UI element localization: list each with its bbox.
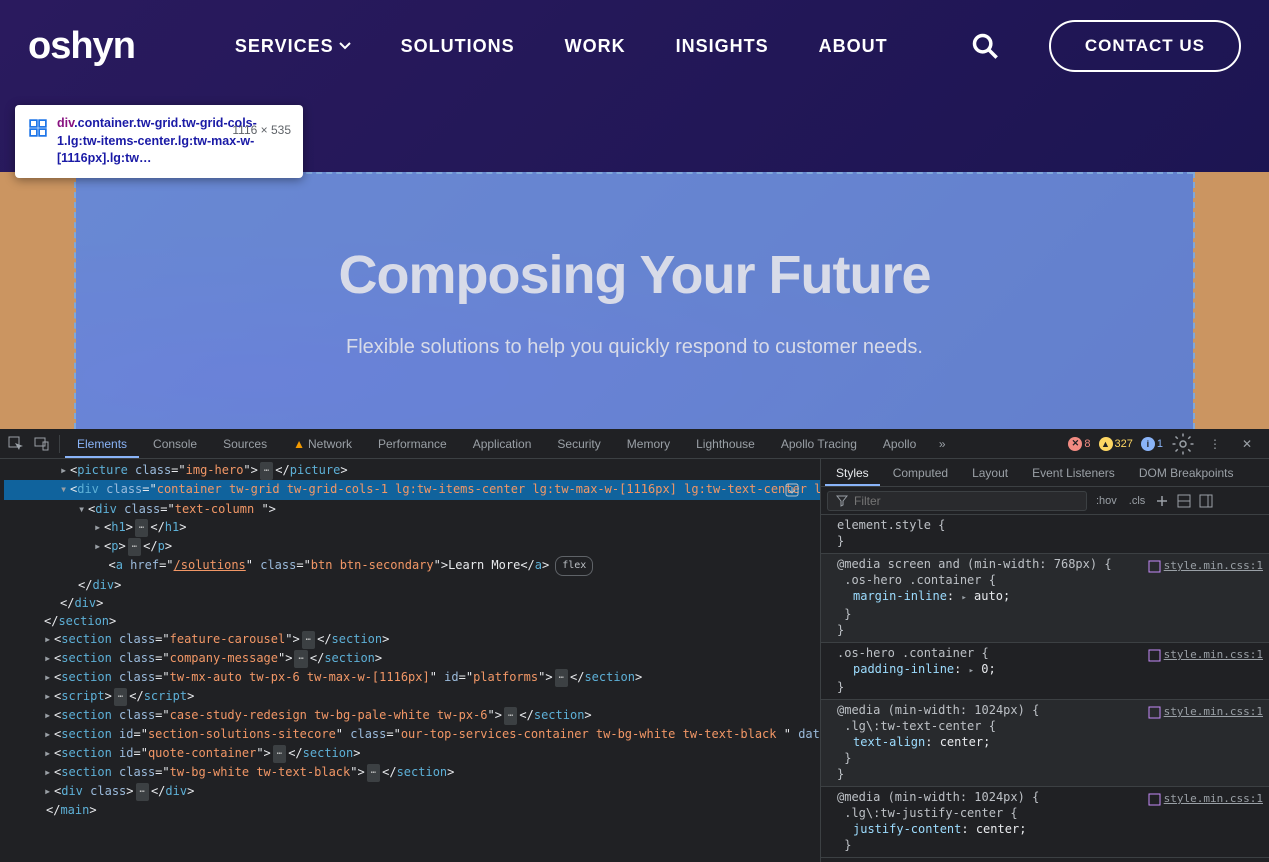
tab-computed[interactable]: Computed (882, 461, 959, 485)
settings-icon[interactable] (1171, 432, 1195, 456)
hero-subtitle: Flexible solutions to help you quickly r… (346, 336, 923, 359)
expand-icon[interactable]: ⋯ (294, 650, 307, 668)
styles-panel: Styles Computed Layout Event Listeners D… (820, 459, 1269, 862)
nav-work[interactable]: WORK (565, 36, 626, 57)
contact-button[interactable]: CONTACT US (1049, 20, 1241, 72)
filter-box[interactable] (827, 491, 1087, 511)
nav-solutions[interactable]: SOLUTIONS (401, 36, 515, 57)
tab-network[interactable]: ▲Network (281, 431, 364, 457)
new-rule-icon[interactable] (1154, 493, 1170, 509)
cls-toggle[interactable]: .cls (1126, 495, 1149, 507)
tab-dom-breakpoints[interactable]: DOM Breakpoints (1128, 461, 1245, 485)
devtools: Elements Console Sources ▲Network Perfor… (0, 429, 1269, 862)
styles-toolbar: :hov .cls (821, 487, 1269, 515)
expand-icon[interactable]: ⋯ (135, 519, 148, 537)
inspect-icon[interactable] (4, 432, 28, 456)
highlight-margin-right (1193, 172, 1269, 429)
tab-layout[interactable]: Layout (961, 461, 1019, 485)
filter-icon (836, 495, 848, 507)
chevron-down-icon (339, 42, 351, 50)
highlight-margin-left (0, 172, 76, 429)
tab-elements[interactable]: Elements (65, 431, 139, 457)
nav-services[interactable]: SERVICES (235, 36, 351, 57)
styles-tabs: Styles Computed Layout Event Listeners D… (821, 459, 1269, 487)
expand-icon[interactable]: ⋯ (136, 783, 149, 801)
search-icon[interactable] (971, 32, 999, 60)
expand-icon[interactable]: ⋯ (273, 745, 286, 763)
source-link[interactable]: style.min.css:1 (1148, 558, 1263, 574)
hero-section: Composing Your Future Flexible solutions… (0, 172, 1269, 429)
expand-icon[interactable]: ⋯ (555, 669, 568, 687)
nav-about[interactable]: ABOUT (819, 36, 888, 57)
css-rules[interactable]: element.style { } style.min.css:1 @media… (821, 515, 1269, 862)
sidebar-toggle-icon[interactable] (1198, 493, 1214, 509)
expand-icon[interactable]: ⋯ (504, 707, 517, 725)
hero-title: Composing Your Future (339, 244, 931, 306)
expand-icon[interactable]: ⋯ (114, 688, 127, 706)
element-inspector-tooltip: div.container.tw-grid.tw-grid-cols-1.lg:… (15, 105, 303, 178)
tab-console[interactable]: Console (141, 431, 209, 457)
tab-performance[interactable]: Performance (366, 431, 459, 457)
tab-lighthouse[interactable]: Lighthouse (684, 431, 767, 457)
source-link[interactable]: style.min.css:1 (1148, 791, 1263, 807)
source-link[interactable]: style.min.css:1 (1148, 647, 1263, 663)
site-logo: oshyn (28, 25, 135, 68)
expand-icon[interactable]: ⋯ (128, 538, 141, 556)
tab-memory[interactable]: Memory (615, 431, 682, 457)
tab-sources[interactable]: Sources (211, 431, 279, 457)
expand-icon[interactable]: ⋯ (367, 764, 380, 782)
tooltip-dimensions: 1116 × 535 (232, 123, 291, 137)
site-header: oshyn SERVICES SOLUTIONS WORK INSIGHTS A… (0, 0, 1269, 92)
close-icon[interactable]: ✕ (1235, 432, 1259, 456)
tab-apollo[interactable]: Apollo (871, 431, 928, 457)
expand-icon[interactable]: ⋯ (260, 462, 273, 480)
kebab-menu-icon[interactable]: ⋮ (1203, 432, 1227, 456)
expand-icon[interactable]: ⋯ (302, 631, 315, 649)
scroll-into-view-icon[interactable] (784, 482, 800, 498)
source-link[interactable]: style.min.css:1 (1148, 704, 1263, 720)
selected-dom-node[interactable]: ▾<div class="container tw-grid tw-grid-c… (4, 480, 820, 500)
hov-toggle[interactable]: :hov (1093, 495, 1120, 507)
tab-event-listeners[interactable]: Event Listeners (1021, 461, 1126, 485)
info-count[interactable]: i1 (1141, 437, 1163, 451)
main-nav: SERVICES SOLUTIONS WORK INSIGHTS ABOUT (235, 36, 888, 57)
tab-security[interactable]: Security (545, 431, 612, 457)
devtools-tabs: Elements Console Sources ▲Network Perfor… (0, 429, 1269, 459)
highlight-content: Composing Your Future Flexible solutions… (76, 172, 1193, 429)
tab-application[interactable]: Application (461, 431, 544, 457)
elements-panel[interactable]: ⋯ ▸<picture class="img-hero">⋯</picture>… (0, 459, 820, 862)
grid-icon (29, 119, 47, 137)
warning-count[interactable]: ▲327 (1099, 437, 1133, 451)
tab-styles[interactable]: Styles (825, 461, 880, 485)
computed-toggle-icon[interactable] (1176, 493, 1192, 509)
tab-apollo-tracing[interactable]: Apollo Tracing (769, 431, 869, 457)
filter-input[interactable] (854, 494, 1078, 508)
nav-insights[interactable]: INSIGHTS (676, 36, 769, 57)
device-toggle-icon[interactable] (30, 432, 54, 456)
error-count[interactable]: ✕8 (1068, 437, 1090, 451)
more-tabs-icon[interactable]: » (930, 432, 954, 456)
website-preview: oshyn SERVICES SOLUTIONS WORK INSIGHTS A… (0, 0, 1269, 429)
